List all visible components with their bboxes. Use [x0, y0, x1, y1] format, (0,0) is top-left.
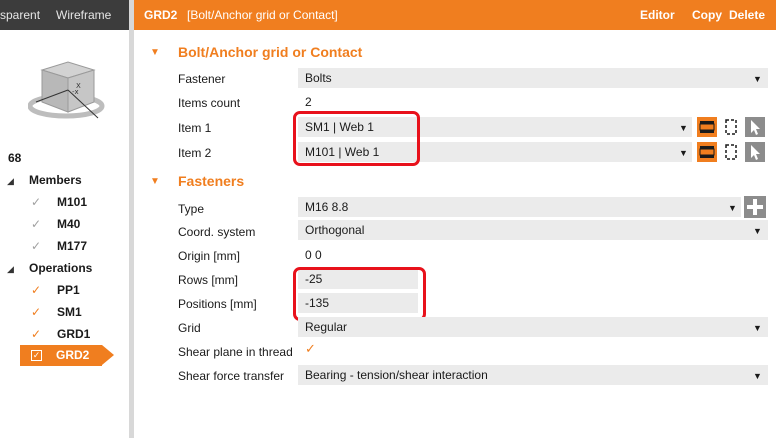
items-count-value[interactable]: 2 [298, 92, 768, 112]
operations-collapse-icon[interactable]: ◢ [7, 264, 14, 275]
checkbox-icon[interactable]: ✓ [30, 196, 42, 208]
tree-item-pp1[interactable]: PP1 [57, 280, 80, 300]
origin-input[interactable]: 0 0 [298, 245, 768, 265]
delete-button[interactable]: Delete [729, 8, 765, 22]
tree-item-m177[interactable]: M177 [57, 236, 87, 256]
pick-cursor-icon[interactable] [745, 117, 765, 137]
copy-button[interactable]: Copy [692, 8, 722, 22]
shear-thread-checkbox[interactable]: ✓ [305, 341, 316, 357]
origin-label: Origin [mm] [178, 249, 241, 263]
shear-force-select[interactable]: Bearing - tension/shear interaction [298, 365, 768, 385]
tree-item-grd1[interactable]: GRD1 [57, 324, 90, 344]
item1-select[interactable]: SM1 | Web 1 [298, 117, 692, 137]
rows-input[interactable]: -25 [298, 269, 418, 289]
positions-input[interactable]: -135 [298, 293, 418, 313]
tree-item-m101[interactable]: M101 [57, 192, 87, 212]
view-tab-wireframe[interactable]: Wireframe [56, 8, 111, 22]
section-collapse-icon[interactable]: ▼ [150, 47, 160, 58]
add-icon[interactable] [744, 196, 766, 218]
selection-arrow-icon [102, 345, 114, 365]
checkbox-icon[interactable]: ✓ [30, 328, 42, 340]
members-collapse-icon[interactable]: ◢ [7, 176, 14, 187]
frame-select-icon[interactable] [721, 117, 741, 137]
select-item-icon[interactable] [697, 117, 717, 137]
tree-item-grd2: GRD2 [56, 348, 90, 362]
tree-item-sm1[interactable]: SM1 [57, 302, 82, 322]
section-title-fasteners: Fasteners [178, 173, 245, 189]
checkbox-icon[interactable]: ✓ [31, 350, 42, 361]
fastener-label: Fastener [178, 72, 226, 86]
coord-system-select[interactable]: Orthogonal [298, 220, 768, 240]
items-count-label: Items count [178, 96, 241, 110]
checkbox-icon[interactable]: ✓ [30, 240, 42, 252]
fastener-select[interactable]: Bolts [298, 68, 768, 88]
navigation-cube-icon[interactable]: -x X [28, 56, 108, 124]
positions-label: Positions [mm] [178, 297, 257, 311]
editor-button[interactable]: Editor [640, 8, 675, 22]
item2-label: Item 2 [178, 146, 212, 160]
checkbox-icon[interactable]: ✓ [30, 218, 42, 230]
item1-label: Item 1 [178, 121, 212, 135]
chevron-down-icon[interactable]: ▼ [679, 123, 688, 133]
checkbox-icon[interactable]: ✓ [30, 284, 42, 296]
frame-select-icon[interactable] [721, 142, 741, 162]
tree-item-m40[interactable]: M40 [57, 214, 80, 234]
project-number: 68 [8, 151, 22, 165]
chevron-down-icon[interactable]: ▼ [679, 148, 688, 158]
view-toolbar: sparent Wireframe [0, 0, 129, 30]
operation-header: GRD2 [Bolt/Anchor grid or Contact] Edito… [134, 0, 776, 30]
type-select[interactable]: M16 8.8 [298, 197, 741, 217]
item2-select[interactable]: M101 | Web 1 [298, 142, 692, 162]
section-collapse-icon[interactable]: ▼ [150, 176, 160, 187]
tree-group-operations[interactable]: Operations [29, 258, 92, 278]
svg-text:X: X [76, 82, 81, 90]
tree-item-grd2-selected[interactable]: ✓ GRD2 [20, 345, 114, 366]
checkbox-icon[interactable]: ✓ [30, 306, 42, 318]
chevron-down-icon[interactable]: ▼ [728, 203, 737, 213]
chevron-down-icon[interactable]: ▼ [753, 74, 762, 84]
type-label: Type [178, 202, 205, 216]
pick-cursor-icon[interactable] [745, 142, 765, 162]
shear-thread-label: Shear plane in thread [178, 345, 293, 359]
tree-group-members[interactable]: Members [29, 170, 82, 190]
coord-system-label: Coord. system [178, 225, 256, 239]
select-item-icon[interactable] [697, 142, 717, 162]
operation-type: [Bolt/Anchor grid or Contact] [187, 8, 338, 22]
chevron-down-icon[interactable]: ▼ [753, 371, 762, 381]
chevron-down-icon[interactable]: ▼ [753, 323, 762, 333]
chevron-down-icon[interactable]: ▼ [753, 226, 762, 236]
left-panel: sparent Wireframe -x X 68 ◢ Members ✓ M1… [0, 0, 129, 438]
rows-label: Rows [mm] [178, 273, 238, 287]
section-title-bolt-grid: Bolt/Anchor grid or Contact [178, 44, 363, 60]
shear-force-label: Shear force transfer [178, 369, 285, 383]
view-tab-transparent[interactable]: sparent [0, 8, 40, 22]
operation-name: GRD2 [144, 8, 178, 22]
panel-splitter[interactable] [129, 0, 134, 438]
grid-label: Grid [178, 321, 201, 335]
grid-select[interactable]: Regular [298, 317, 768, 337]
